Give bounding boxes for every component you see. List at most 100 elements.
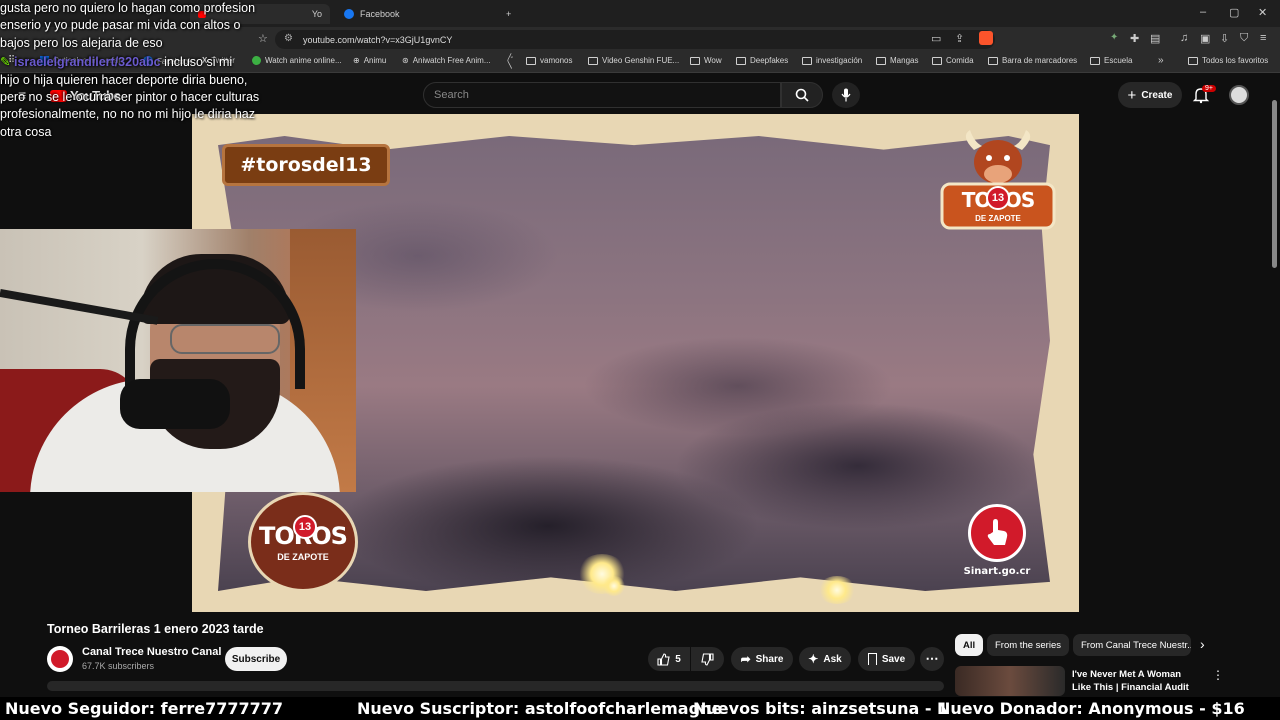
recommendation-menu-icon[interactable]: ⋮: [1212, 668, 1224, 682]
bookmark-folder-deepfakes[interactable]: Deepfakes: [736, 56, 788, 65]
scrollbar-thumb[interactable]: [1272, 100, 1277, 268]
close-window-button[interactable]: ✕: [1258, 6, 1267, 19]
chat-message-header: ✎ israelelgrandilert/320abc incluso si m…: [0, 54, 310, 71]
microphone-icon: [841, 88, 851, 102]
voice-search-button[interactable]: [832, 82, 860, 108]
more-bookmarks-icon[interactable]: »: [1158, 55, 1164, 66]
hashtag-banner: #torosdel13: [222, 144, 390, 186]
toros-badge-logo: TOROS 13 DE ZAPOTE: [248, 492, 358, 592]
wallet-icon[interactable]: ▣: [1200, 32, 1210, 45]
bookmark-folder-investigacion[interactable]: investigación: [802, 56, 862, 65]
bookmark-leaf-icon[interactable]: 〲: [506, 56, 514, 67]
share-page-icon[interactable]: ⇪: [955, 32, 964, 45]
chat-line: gusta pero no quiero lo hagan como profe…: [0, 1, 256, 15]
ticker-new-subscriber: Nuevo Suscriptor: astolfoofcharlemagne: [357, 699, 723, 718]
tab-facebook[interactable]: Facebook: [336, 4, 496, 24]
extension-icon[interactable]: ✦: [1110, 32, 1118, 43]
sparkle-icon: ✦: [808, 652, 819, 666]
stream-chat-overlay: gusta pero no quiero lo hagan como profe…: [0, 0, 310, 141]
folder-icon: [736, 56, 746, 65]
share-button[interactable]: ➦ Share: [731, 647, 793, 671]
globe-icon: ⊕: [353, 56, 360, 65]
chip-all[interactable]: All: [955, 634, 984, 656]
folder-icon: [876, 56, 886, 65]
stadium-light: [817, 576, 857, 604]
facebook-icon: [344, 9, 354, 19]
minimize-button[interactable]: –: [1200, 6, 1206, 18]
thumbs-up-icon: [657, 652, 670, 666]
like-button[interactable]: 5: [648, 647, 690, 671]
sidebar-icon[interactable]: ▤: [1150, 32, 1160, 45]
chat-line: bajos pero los alejaria de eso: [0, 35, 163, 50]
create-button[interactable]: + Create: [1118, 82, 1182, 108]
chip-from-series[interactable]: From the series: [987, 634, 1069, 656]
ticker-new-follower: Nuevo Seguidor: ferre7777777: [5, 699, 284, 718]
bookmark-folder-wow[interactable]: Wow: [690, 56, 722, 65]
bookmark-folder-barra[interactable]: Barra de marcadores: [988, 56, 1077, 65]
chat-line: otra cosa: [0, 124, 52, 139]
ask-button[interactable]: ✦ Ask: [799, 647, 851, 671]
folder-icon: [932, 56, 942, 65]
bookmark-folder-mangas[interactable]: Mangas: [876, 56, 918, 65]
bookmark-aniwatch[interactable]: ⊛ Aniwatch Free Anim...: [402, 56, 491, 65]
menu-icon[interactable]: ≡: [1260, 32, 1266, 44]
chat-username: israelelgrandilert/320abc: [13, 55, 161, 70]
folder-icon: [588, 56, 598, 65]
chip-from-channel[interactable]: From Canal Trece Nuestr...: [1073, 634, 1191, 656]
new-tab-button[interactable]: +: [498, 4, 519, 24]
toros-logo-subtitle: DE ZAPOTE: [975, 214, 1021, 223]
account-avatar[interactable]: [1229, 85, 1249, 105]
puzzle-icon[interactable]: ✚: [1130, 32, 1139, 45]
share-icon: ➦: [740, 652, 751, 666]
folder-icon: [1188, 56, 1198, 65]
description-box[interactable]: [47, 681, 944, 691]
maximize-button[interactable]: ▢: [1229, 6, 1239, 19]
channel-name[interactable]: Canal Trece Nuestro Canal: [82, 646, 221, 658]
search-input[interactable]: Search: [423, 82, 781, 108]
bookmark-folder-escuela[interactable]: Escuela: [1090, 56, 1132, 65]
chat-line: incluso si mi: [164, 55, 233, 70]
music-icon[interactable]: ♫: [1180, 32, 1188, 44]
folder-icon: [802, 56, 812, 65]
downloads-icon[interactable]: ⇩: [1220, 32, 1229, 45]
search-button[interactable]: [781, 82, 823, 108]
folder-icon: [690, 56, 700, 65]
recommendation-thumbnail[interactable]: [955, 666, 1065, 696]
streamer-webcam: [0, 229, 356, 492]
folder-icon: [1090, 56, 1100, 65]
video-title: Torneo Barrileras 1 enero 2023 tarde: [47, 622, 264, 636]
url-text: youtube.com/watch?v=x3GjU1gvnCY: [303, 34, 453, 45]
chat-user-icon: ✎: [0, 55, 11, 70]
webcam-microphone: [120, 379, 230, 429]
subscribe-button[interactable]: Subscribe: [225, 647, 287, 671]
url-field[interactable]: ⚙ youtube.com/watch?v=x3GjU1gvnCY: [275, 30, 995, 49]
toros-logo-number: 13: [986, 186, 1010, 210]
brave-shield-icon[interactable]: [979, 31, 993, 45]
chevron-right-icon[interactable]: ›: [1200, 636, 1205, 652]
install-app-icon[interactable]: ▭: [931, 32, 941, 45]
thumbs-down-icon: [701, 652, 714, 666]
more-horizontal-icon: ⋯: [925, 651, 939, 666]
notification-count-badge: 9+: [1202, 85, 1216, 92]
vpn-shield-icon[interactable]: ⛉: [1240, 32, 1248, 45]
folder-icon: [988, 56, 998, 65]
folder-icon: [526, 56, 536, 65]
channel-avatar[interactable]: [47, 646, 73, 672]
bookmark-folder-comida[interactable]: Comida: [932, 56, 974, 65]
more-actions-button[interactable]: ⋯: [920, 647, 944, 671]
aniwatch-icon: ⊛: [402, 56, 409, 65]
channel-logo-icon: [51, 650, 69, 668]
subscriber-count: 67.7K subscribers: [82, 661, 155, 671]
bookmark-animu[interactable]: ⊕ Animu: [353, 56, 386, 65]
bookmark-folder-vamonos[interactable]: vamonos: [526, 56, 572, 65]
bookmark-folder-favoritos[interactable]: Todos los favoritos: [1188, 56, 1268, 65]
recommendation-title[interactable]: I've Never Met A Woman Like This | Finan…: [1072, 668, 1202, 694]
plus-icon: +: [1127, 86, 1137, 104]
bookmark-icon: [867, 653, 877, 665]
bookmark-folder-genshin[interactable]: Video Genshin FUE...: [588, 56, 679, 65]
save-button[interactable]: Save: [858, 647, 915, 671]
chat-line: pero no se le ocurra ser pintor o hacer …: [0, 90, 260, 105]
toros-de-zapote-logo: TOROS 13 DE ZAPOTE: [938, 122, 1058, 240]
stream-event-ticker: Nuevo Seguidor: ferre7777777 Nuevo Suscr…: [0, 697, 1280, 720]
dislike-button[interactable]: [691, 647, 724, 671]
